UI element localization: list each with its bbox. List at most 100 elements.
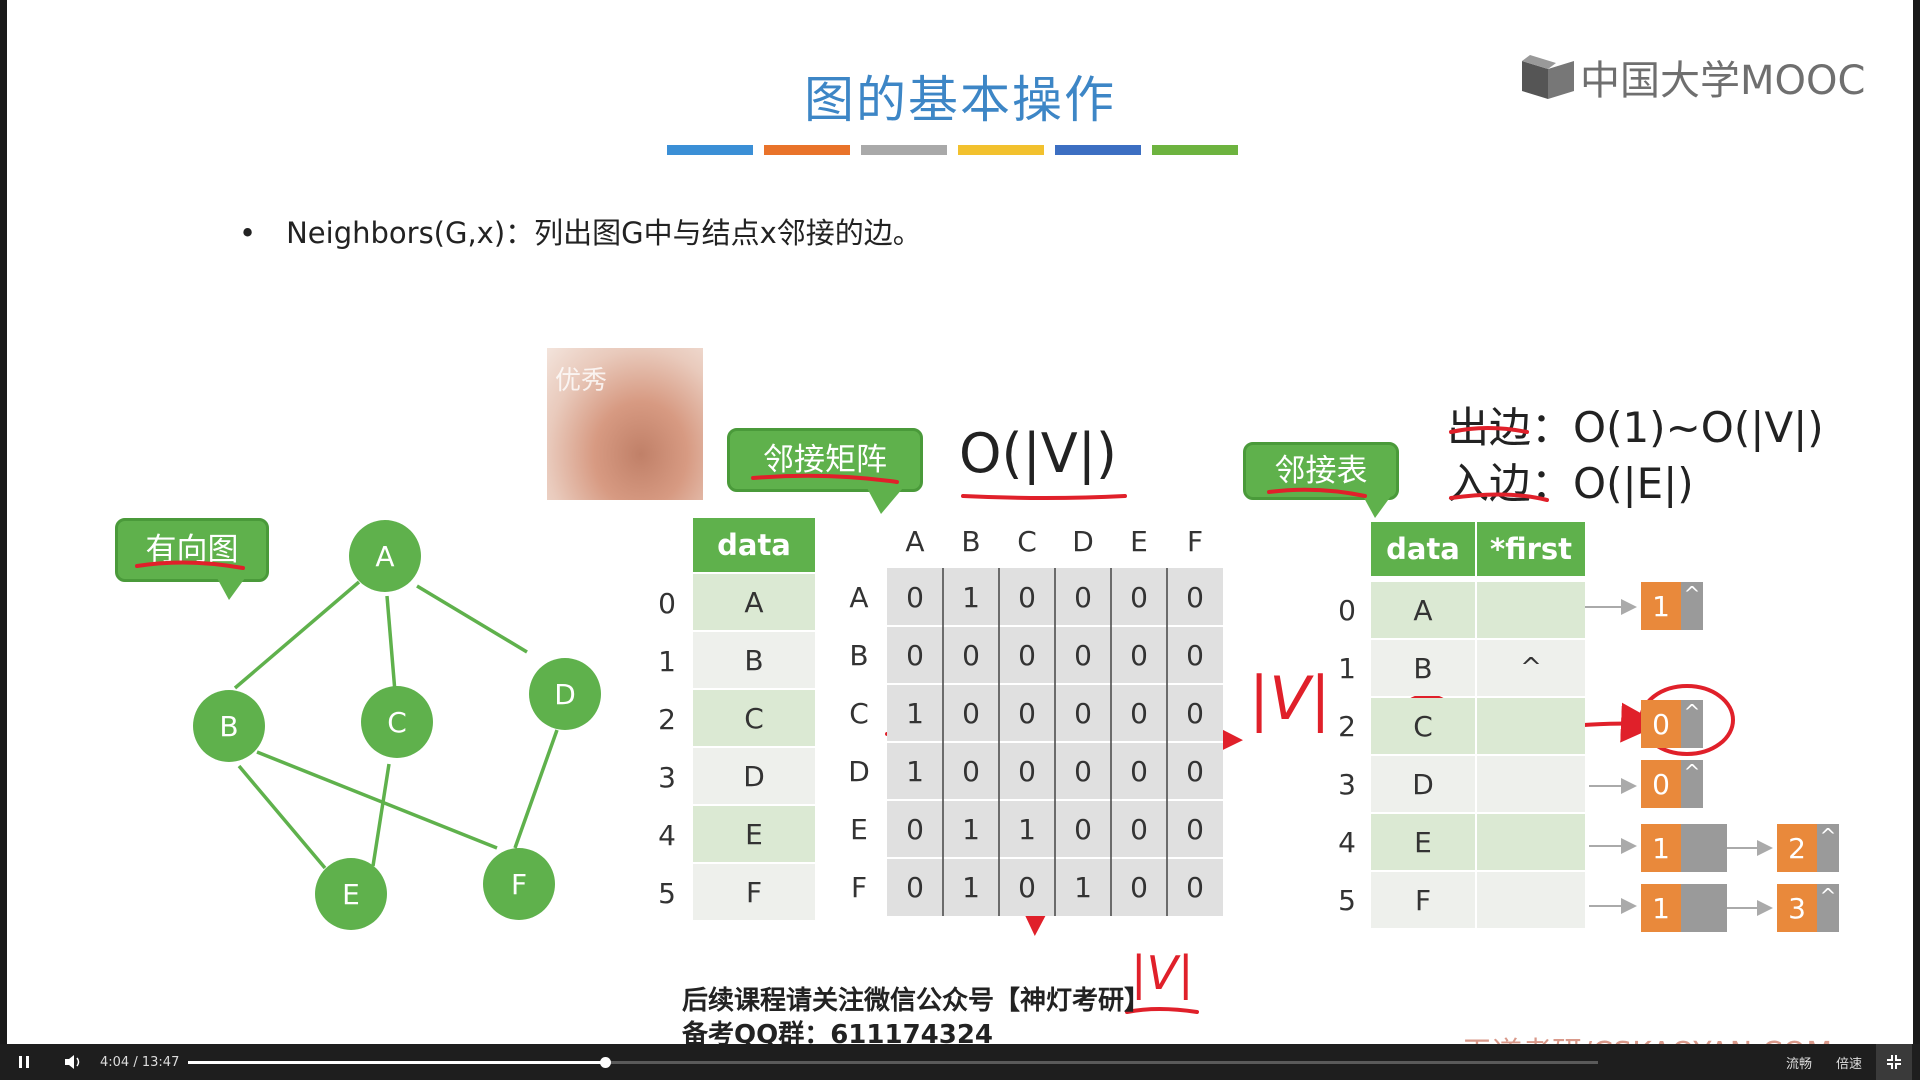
matrix-cell: 0 [1186,638,1204,672]
pause-icon [19,1056,29,1068]
matrix-cell: 0 [1018,580,1036,614]
list-row-index: 3 [1338,767,1356,801]
matrix-cell: 0 [906,638,924,672]
matrix-column-header: E [1130,524,1148,558]
matrix-cell: 0 [1018,638,1036,672]
matrix-cell: 0 [962,696,980,730]
matrix-cell: 0 [962,754,980,788]
list-node-f1: 3 [1777,884,1817,932]
exit-fullscreen-icon [1887,1055,1901,1069]
matrix-row-header: C [849,696,869,730]
list-node-c0-null: ^ [1681,700,1703,748]
matrix-cell: 0 [1186,754,1204,788]
list-node-e0: 1 [1641,824,1681,872]
list-data-value: C [1371,698,1475,754]
slide: 图的基本操作 中国大学MOOC • Neighbors(G,x)：列出图G中与结点… [7,0,1913,1044]
list-data-value: E [1371,814,1475,870]
graph-node-e: E [315,858,387,930]
progress-fill [188,1061,606,1064]
edge-c-a [385,595,397,693]
list-node-d0: 0 [1641,760,1681,808]
underline-out-edge [1449,426,1529,434]
edge-e-b [237,764,327,870]
matrix-row-header: F [850,870,868,904]
time-display: 4:04 / 13:47 [100,1044,179,1080]
matrix-cell: 0 [1186,870,1204,904]
matrix-cell: 0 [962,638,980,672]
matrix-row-index: 1 [658,644,676,678]
speaker-icon [65,1055,80,1069]
matrix-row-header: E [850,812,868,846]
matrix-data-value: E [693,806,815,862]
matrix-row-index: 2 [658,702,676,736]
graph-node-d: D [529,658,601,730]
matrix-data-value: B [693,632,815,688]
matrix-cell: 0 [906,812,924,846]
list-data-value: B [1371,640,1475,696]
matrix-cell: 0 [1018,754,1036,788]
matrix-cell: 1 [962,812,980,846]
progress-handle[interactable] [600,1057,612,1068]
matrix-data-value: A [693,574,815,630]
speed-button[interactable]: 倍速 [1836,1044,1862,1080]
list-row-index: 4 [1338,825,1356,859]
matrix-cell: 0 [1130,754,1148,788]
volume-button[interactable] [62,1044,84,1080]
matrix-row-header: D [848,754,870,788]
pause-button[interactable] [14,1044,34,1080]
footer-qq: 备考QQ群：611174324 [682,1020,994,1044]
matrix-cell: 0 [1130,696,1148,730]
edge-f-d [513,729,559,849]
matrix-column-header: B [961,524,981,558]
time-separator: / [133,1054,138,1070]
matrix-cell: 0 [1074,580,1092,614]
list-b-first-null: ^ [1520,653,1542,683]
matrix-cell: 1 [1018,812,1036,846]
list-node-e1: 2 [1777,824,1817,872]
time-current: 4:04 [100,1054,130,1070]
list-node-a0-null: ^ [1681,582,1703,630]
matrix-cell: 1 [962,870,980,904]
exit-fullscreen-button[interactable] [1876,1044,1912,1080]
underline-directed [135,560,245,570]
list-node-e0-next [1681,824,1727,872]
list-row-index: 1 [1338,651,1356,685]
watermark: 王道考研/CSKAOYAN.COM [1462,1028,1832,1044]
matrix-column-header: C [1017,524,1037,558]
list-node-d0-null: ^ [1681,760,1703,808]
list-data-value: D [1371,756,1475,812]
video-player-controls: 4:04 / 13:47 流畅 倍速 [0,1044,1920,1080]
matrix-row-header: B [849,638,869,672]
matrix-cell: 0 [906,870,924,904]
edge-d-a [416,584,528,654]
graph-node-f: F [483,848,555,920]
matrix-cell: 0 [1018,696,1036,730]
matrix-row-index: 0 [658,586,676,620]
list-first-cell [1477,756,1585,812]
list-data-value: F [1371,872,1475,928]
graph-node-c: C [361,686,433,758]
underline-complexity [961,494,1127,500]
matrix-row-header: A [849,580,869,614]
matrix-column-header: D [1072,524,1094,558]
footer-wechat: 后续课程请关注微信公众号【神灯考研】 [682,986,1151,1016]
matrix-cell: 0 [1074,812,1092,846]
list-node-e1-null: ^ [1817,824,1839,872]
list-node-c0: 0 [1641,700,1681,748]
list-first-cell [1477,582,1585,638]
matrix-cell: 0 [1186,696,1204,730]
handwritten-v-right: |V| [1249,664,1331,734]
matrix-cell: 1 [906,754,924,788]
edge-a-b [233,580,361,690]
matrix-cell: 1 [1074,870,1092,904]
quality-button[interactable]: 流畅 [1786,1044,1812,1080]
list-data-value: A [1371,582,1475,638]
list-node-f0-value: 1 [1652,891,1670,925]
matrix-column-header: A [905,524,925,558]
list-first-header: *first [1477,522,1585,576]
matrix-cell: 1 [906,696,924,730]
list-first-cell [1477,814,1585,870]
underline-in-edge [1449,492,1549,502]
progress-bar[interactable] [188,1057,1598,1068]
matrix-cell: 0 [1130,580,1148,614]
